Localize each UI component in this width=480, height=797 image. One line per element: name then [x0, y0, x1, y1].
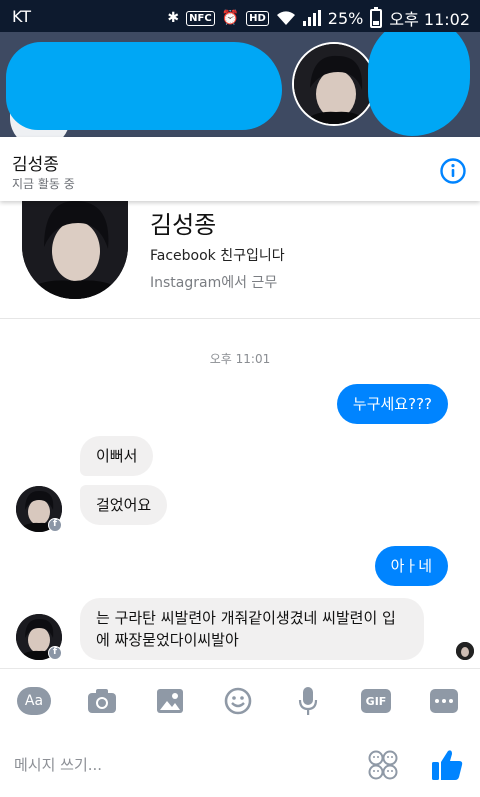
redaction-mark-right: [368, 32, 470, 136]
message-thread[interactable]: 오후 11:01 누구세요??? 이뻐서 걸었어요 f 아ㅏ네 는 구라탄 씨발…: [0, 320, 480, 668]
status-bar: KT ✱ NFC ⏰ HD 25% 오후 11:02: [0, 0, 480, 32]
message-bubble-outgoing[interactable]: 아ㅏ네: [374, 546, 448, 586]
bluetooth-icon: ✱: [167, 10, 180, 26]
wifi-icon: [276, 11, 295, 25]
clock: 오후 11:02: [389, 10, 470, 29]
gif-button[interactable]: GIF: [358, 685, 394, 717]
info-icon[interactable]: [439, 157, 467, 185]
message-bubble-incoming[interactable]: 는 구라탄 씨발련아 개줘같이생겼네 씨발련이 입에 짜장묻었다이씨발아: [80, 598, 424, 660]
composer-input-row: [0, 732, 480, 797]
battery-percent: 25%: [327, 8, 364, 28]
profile-work: Instagram에서 근무: [150, 275, 278, 291]
camera-button[interactable]: [84, 685, 120, 717]
message-bubble-outgoing[interactable]: 누구세요???: [336, 384, 448, 424]
more-options-button[interactable]: [426, 685, 462, 717]
conversation-header: 김성종 지금 활동 중: [0, 137, 480, 201]
profile-photo: [22, 201, 128, 299]
status-icons: ✱ NFC ⏰ HD 25% 오후 11:02: [167, 6, 470, 30]
message-timestamp: 오후 11:01: [209, 352, 271, 366]
gif-label: GIF: [361, 689, 391, 713]
profile-avatar[interactable]: [22, 201, 128, 299]
thumbs-up-icon[interactable]: [430, 748, 464, 782]
smiley-icon: [224, 687, 252, 715]
chat-heads-bar: [0, 32, 480, 137]
emoji-button[interactable]: [220, 685, 256, 717]
voice-message-button[interactable]: [290, 685, 326, 717]
microphone-icon: [298, 687, 318, 715]
gallery-button[interactable]: [152, 685, 188, 717]
camera-icon: [88, 689, 116, 713]
text-style-button[interactable]: Aa: [16, 685, 52, 717]
avatar-photo: [294, 44, 374, 124]
messenger-badge-icon: f: [48, 518, 62, 532]
hd-voice-icon: HD: [246, 10, 269, 26]
message-bubble-incoming[interactable]: 이뻐서: [80, 436, 154, 476]
messenger-badge-icon: f: [48, 646, 62, 660]
battery-icon: [370, 6, 383, 28]
seen-indicator-avatar: [456, 642, 474, 660]
composer-toolbar: Aa GIF: [0, 668, 480, 732]
carrier-label: KT: [12, 7, 32, 26]
alarm-icon: ⏰: [221, 10, 240, 26]
signal-icon: [302, 10, 321, 26]
profile-friend-status: Facebook 친구입니다: [150, 248, 285, 264]
text-style-label: Aa: [17, 687, 51, 715]
message-input[interactable]: [14, 750, 344, 780]
chat-head-avatar[interactable]: [292, 42, 376, 126]
more-icon: [430, 689, 458, 713]
seen-photo: [456, 642, 474, 660]
image-icon: [157, 689, 183, 713]
redaction-mark-left: [6, 42, 282, 130]
profile-header: 김성종 Facebook 친구입니다 Instagram에서 근무: [0, 201, 480, 319]
active-status: 지금 활동 중: [12, 177, 75, 191]
profile-name: 김성종: [150, 211, 217, 239]
nfc-icon: NFC: [186, 10, 215, 26]
contact-name[interactable]: 김성종: [12, 150, 59, 175]
sticker-icon[interactable]: [368, 750, 398, 780]
message-bubble-incoming[interactable]: 걸었어요: [80, 485, 168, 525]
